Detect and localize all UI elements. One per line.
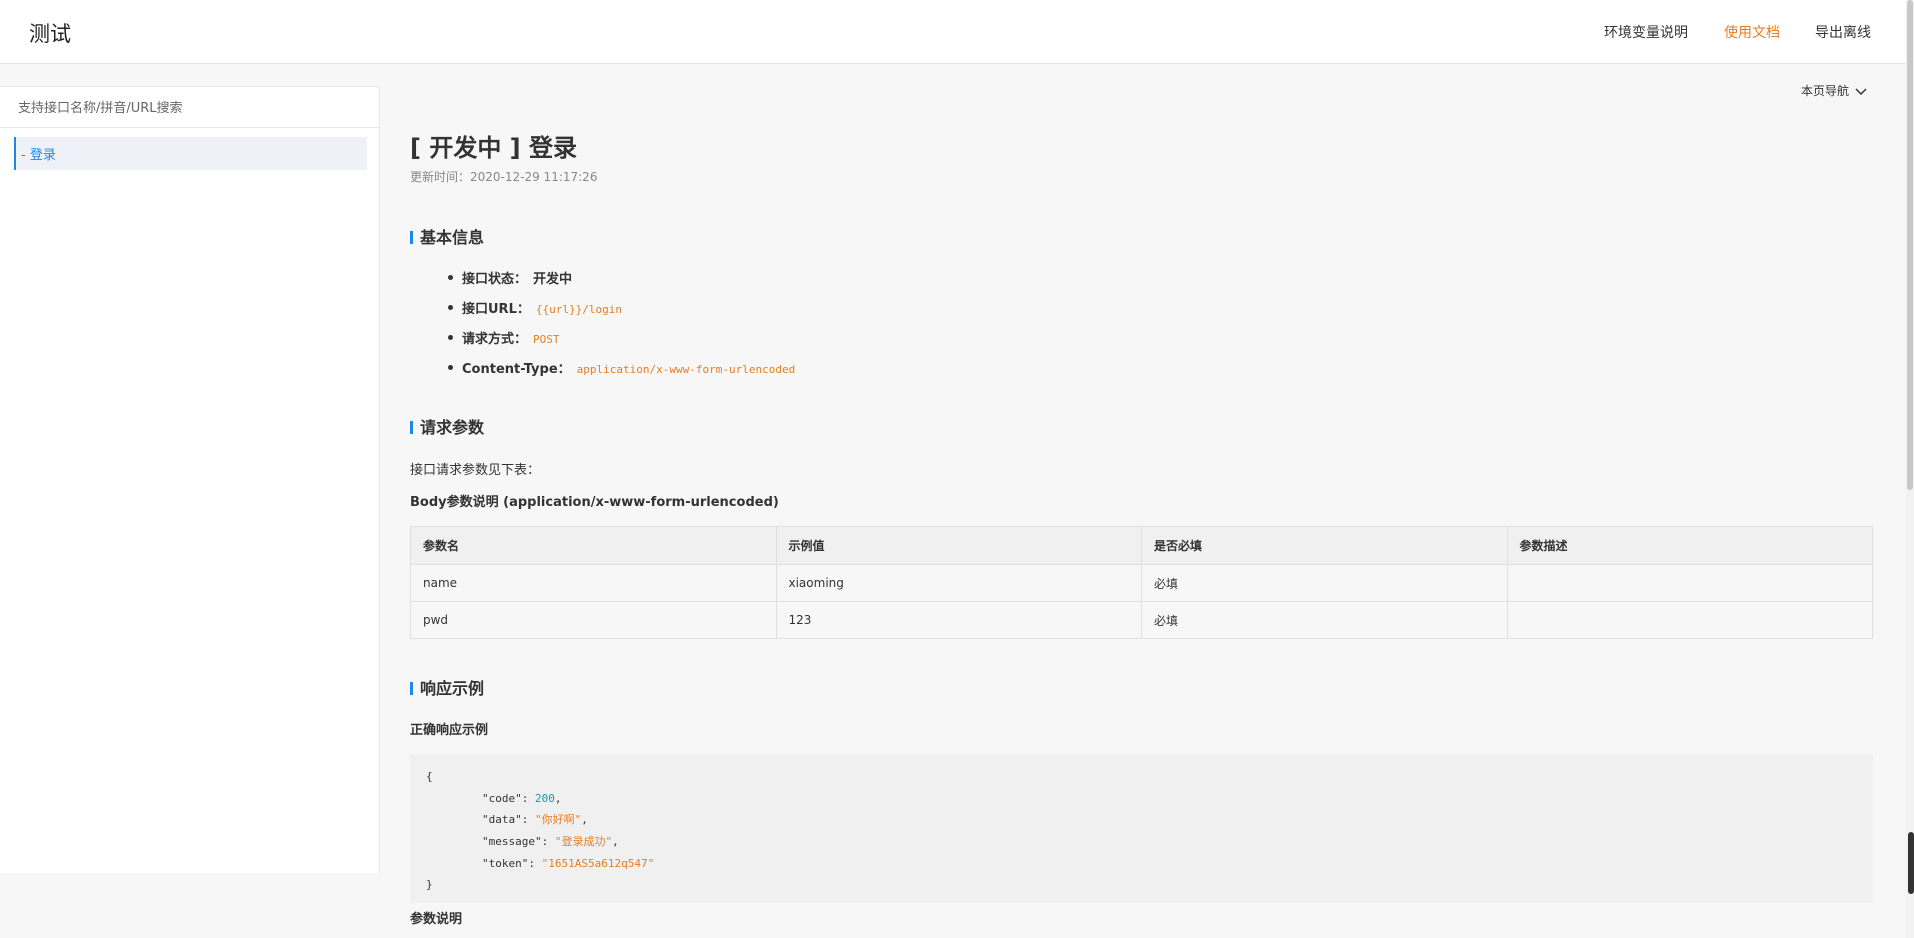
info-value: application/x-www-form-urlencoded bbox=[576, 363, 796, 376]
table-cell: xiaoming bbox=[775, 564, 1142, 602]
json-key: "message" bbox=[482, 835, 542, 849]
section-title: 基本信息 bbox=[420, 228, 485, 247]
info-item-content-type: Content-Type： application/x-www-form-urle… bbox=[447, 358, 796, 388]
page-scrollbar-thumb[interactable] bbox=[1907, 0, 1913, 490]
section-bar bbox=[410, 231, 413, 244]
section-bar bbox=[410, 682, 413, 695]
code-line: "code": 200, bbox=[482, 791, 562, 805]
code-line: { bbox=[426, 766, 1857, 788]
section-response-example: 响应示例 bbox=[410, 675, 484, 699]
doc-content: 本页导航 [ 开发中 ] 登录 更新时间：2020-12-29 11:17:26… bbox=[410, 0, 1873, 938]
table-header-cell: 参数描述 bbox=[1506, 526, 1873, 565]
params-desc-title: 参数说明 bbox=[410, 912, 463, 927]
table-cell: 必填 bbox=[1141, 601, 1508, 639]
info-value: POST bbox=[533, 333, 560, 346]
info-item-url: 接口URL： {{url}}/login bbox=[447, 298, 795, 328]
page-nav-dropdown[interactable]: 本页导航 bbox=[1801, 82, 1867, 99]
code-line: "message": "登录成功", bbox=[482, 835, 619, 849]
json-key: "data" bbox=[482, 813, 522, 827]
section-request-params: 请求参数 bbox=[410, 414, 484, 438]
response-example-title: 正确响应示例 bbox=[410, 723, 489, 738]
table-cell: 必填 bbox=[1141, 564, 1508, 602]
info-key: 接口状态： bbox=[462, 272, 528, 287]
info-item-method: 请求方式： POST bbox=[447, 328, 795, 358]
info-key: 接口URL： bbox=[462, 302, 530, 317]
update-time: 更新时间：2020-12-29 11:17:26 bbox=[410, 170, 598, 184]
page-nav-label: 本页导航 bbox=[1801, 84, 1850, 98]
search-input[interactable] bbox=[16, 97, 360, 119]
scroll-handle[interactable] bbox=[1908, 832, 1914, 894]
app-title: 测试 bbox=[29, 22, 71, 46]
table-header-row: 参数名 示例值 是否必填 参数描述 bbox=[410, 526, 1873, 565]
info-value: {{url}}/login bbox=[535, 303, 622, 316]
json-value: "1651AS5a612q547" bbox=[541, 856, 655, 870]
section-title: 请求参数 bbox=[420, 418, 485, 437]
table-header-cell: 参数名 bbox=[410, 526, 777, 565]
json-value: 200 bbox=[535, 791, 555, 805]
search-box bbox=[0, 86, 379, 128]
code-line: "token": "1651AS5a612q547" bbox=[482, 856, 655, 870]
page-title: [ 开发中 ] 登录 bbox=[410, 134, 578, 162]
sidebar-item-label: - 登录 bbox=[21, 148, 56, 163]
request-intro: 接口请求参数见下表： bbox=[410, 463, 541, 478]
basic-info-list: 接口状态： 开发中 接口URL： {{url}}/login 请求方式： POST C… bbox=[447, 268, 796, 388]
json-key: "code" bbox=[482, 791, 522, 805]
info-key: 请求方式： bbox=[462, 332, 528, 347]
code-brace-open: { bbox=[426, 770, 433, 783]
table-cell: pwd bbox=[410, 601, 777, 639]
table-row: pwd 123 必填 bbox=[410, 601, 1873, 639]
code-line: "data": "你好啊", bbox=[482, 813, 588, 827]
table-cell bbox=[1506, 601, 1873, 639]
info-item-status: 接口状态： 开发中 bbox=[447, 268, 795, 298]
table-cell: 123 bbox=[775, 601, 1142, 639]
table-cell: name bbox=[410, 564, 777, 602]
table-cell bbox=[1506, 564, 1873, 602]
table-row: name xiaoming 必填 bbox=[410, 564, 1873, 602]
code-line: } bbox=[426, 874, 1857, 896]
code-brace-close: } bbox=[426, 878, 433, 892]
sidebar-item-login[interactable]: - 登录 bbox=[14, 137, 367, 170]
table-header-cell: 示例值 bbox=[775, 526, 1142, 565]
section-title: 响应示例 bbox=[420, 679, 485, 698]
table-header-cell: 是否必填 bbox=[1141, 526, 1508, 565]
response-code-block: { "code": 200, "data": "你好啊", "message":… bbox=[410, 754, 1873, 903]
json-value: "登录成功" bbox=[554, 835, 613, 849]
info-value: 开发中 bbox=[533, 272, 573, 287]
sidebar: - 登录 bbox=[0, 86, 380, 873]
json-value: "你好啊" bbox=[535, 813, 582, 827]
info-key: Content-Type： bbox=[462, 362, 571, 377]
section-basic-info: 基本信息 bbox=[410, 224, 484, 248]
params-table: 参数名 示例值 是否必填 参数描述 name xiaoming 必填 pwd 1… bbox=[410, 526, 1873, 639]
chevron-down-icon bbox=[1855, 87, 1867, 95]
json-key: "token" bbox=[482, 856, 529, 870]
section-bar bbox=[410, 421, 413, 434]
body-params-title: Body参数说明 (application/x-www-form-urlenco… bbox=[410, 495, 779, 510]
